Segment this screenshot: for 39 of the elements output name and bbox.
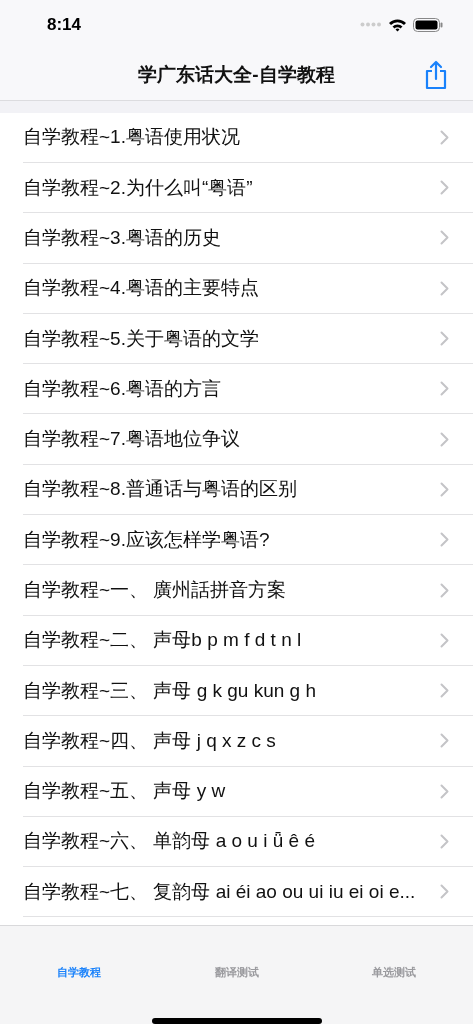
chevron-icon <box>440 230 449 246</box>
list-item[interactable]: 自学教程~五、 声母 y w <box>23 766 473 817</box>
chevron-icon <box>440 280 449 296</box>
list-item[interactable]: 自学教程~二、 声母b p m f d t n l <box>23 615 473 666</box>
screen-title: 学广东话大全-自学教程 <box>138 62 335 87</box>
list-item[interactable]: 自学教程~七、 复韵母 ai éi ao ou ui iu ei oi e... <box>23 867 473 918</box>
list-item[interactable]: 自学教程~5.关于粤语的文学 <box>23 313 473 365</box>
list-item[interactable]: 自学教程~3.粤语的历史 <box>23 213 473 264</box>
clock-time: 8:14 <box>47 14 83 35</box>
chevron-icon <box>440 582 449 598</box>
chevron-icon <box>440 481 449 497</box>
list-item[interactable]: 自学教程~三、 声母 g k gu kun g h <box>23 665 473 717</box>
chevron-icon <box>440 783 449 799</box>
chevron-icon <box>440 381 449 397</box>
share-icon[interactable] <box>423 59 449 90</box>
chevron-icon <box>440 129 449 145</box>
tab[interactable]: 自学教程 <box>0 962 158 982</box>
chevron-icon <box>440 834 449 849</box>
list-item[interactable]: 自学教程~6.粤语的方言 <box>23 364 473 415</box>
chevron-icon <box>440 431 449 447</box>
list-item[interactable]: 自学教程~六、 单韵母 a o u i ǖ ê é <box>23 816 473 868</box>
signal-icon <box>360 22 382 28</box>
chevron-icon <box>440 331 449 346</box>
list-item[interactable]: 自学教程~8.普通话与粤语的区别 <box>23 464 473 516</box>
chevron-icon <box>440 180 449 196</box>
chevron-icon <box>440 733 449 749</box>
list-item[interactable]: 自学教程~4.粤语的主要特点 <box>23 263 473 314</box>
list-item[interactable]: 自学教程~一、 廣州話拼音方案 <box>23 565 473 616</box>
wifi-icon <box>388 17 407 32</box>
list-item[interactable]: 自学教程~四、 声母 j q x z c s <box>23 716 473 767</box>
chevron-icon <box>440 532 449 548</box>
list-item[interactable]: 自学教程~7.粤语地位争议 <box>23 414 473 465</box>
chevron-icon <box>440 683 449 699</box>
list-item[interactable]: 自学教程~1.粤语使用状况 <box>23 112 473 163</box>
list-item[interactable]: 自学教程~2.为什么叫“粤语” <box>23 163 473 214</box>
chevron-icon <box>440 632 449 648</box>
list-item[interactable]: 自学教程~9.应该怎样学粤语? <box>23 515 473 566</box>
battery-icon <box>413 17 443 32</box>
chevron-icon <box>440 884 449 900</box>
